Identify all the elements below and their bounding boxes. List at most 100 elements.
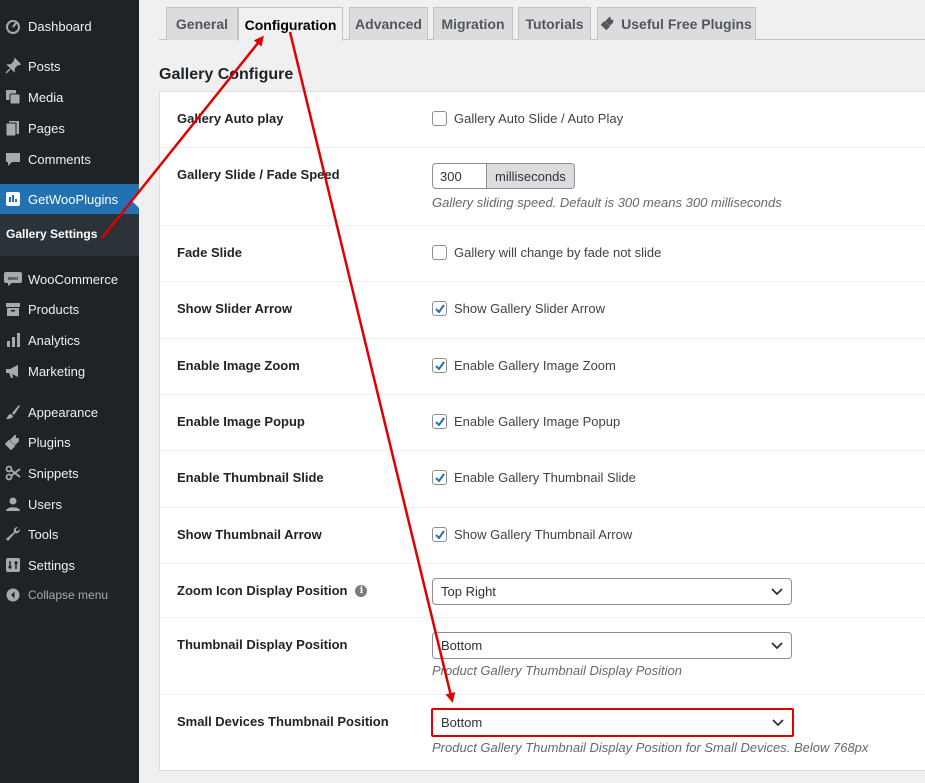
thumb-arrow-checkbox[interactable] bbox=[432, 527, 447, 542]
thumb-pos-value: Bottom bbox=[441, 638, 483, 653]
tab-tutorials-label: Tutorials bbox=[525, 16, 584, 32]
autoplay-checkbox[interactable] bbox=[432, 111, 447, 126]
getwoo-submenu: Gallery Settings bbox=[0, 214, 139, 256]
tab-tutorials[interactable]: Tutorials bbox=[518, 7, 591, 40]
thumb-slide-checkbox[interactable] bbox=[432, 470, 447, 485]
zoom-label: Enable Image Zoom bbox=[177, 358, 300, 373]
tab-general-label: General bbox=[175, 16, 229, 32]
menu-getwooplugins[interactable]: GetWooPlugins bbox=[0, 184, 139, 214]
wrench-icon bbox=[3, 524, 23, 544]
popup-label: Enable Image Popup bbox=[177, 414, 305, 429]
menu-marketing-label: Marketing bbox=[28, 363, 86, 379]
menu-products[interactable]: Products bbox=[0, 294, 139, 324]
zoom-option: Enable Gallery Image Zoom bbox=[454, 358, 616, 373]
settings-icon bbox=[3, 555, 23, 575]
thumb-pos-label: Thumbnail Display Position bbox=[177, 637, 348, 652]
menu-tools[interactable]: Tools bbox=[0, 519, 139, 549]
menu-settings-label: Settings bbox=[28, 557, 75, 573]
thumb-arrow-label: Show Thumbnail Arrow bbox=[177, 527, 322, 542]
autoplay-label: Gallery Auto play bbox=[177, 111, 284, 126]
fade-checkbox[interactable] bbox=[432, 245, 447, 260]
small-pos-value: Bottom bbox=[441, 715, 483, 730]
menu-analytics[interactable]: Analytics bbox=[0, 325, 139, 355]
comment-icon bbox=[3, 149, 23, 169]
menu-pages-label: Pages bbox=[28, 120, 65, 136]
menu-products-label: Products bbox=[28, 301, 80, 317]
menu-woocommerce-label: WooCommerce bbox=[28, 271, 119, 287]
menu-dashboard[interactable]: Dashboard bbox=[0, 11, 139, 41]
megaphone-icon bbox=[3, 361, 23, 381]
fade-control: Gallery will change by fade not slide bbox=[432, 245, 661, 260]
thumb-pos-select[interactable]: Bottom bbox=[432, 632, 792, 659]
row-thumbnail-position: Thumbnail Display Position Bottom Produc… bbox=[160, 618, 925, 695]
media-icon bbox=[3, 87, 23, 107]
zoom-checkbox[interactable] bbox=[432, 358, 447, 373]
menu-comments[interactable]: Comments bbox=[0, 144, 139, 174]
menu-collapse[interactable]: Collapse menu bbox=[0, 580, 139, 610]
popup-checkbox[interactable] bbox=[432, 414, 447, 429]
bar-chart-icon bbox=[3, 330, 23, 350]
dashboard-icon bbox=[3, 16, 23, 36]
menu-marketing[interactable]: Marketing bbox=[0, 356, 139, 386]
menu-appearance[interactable]: Appearance bbox=[0, 397, 139, 427]
row-zoom-icon-position: Zoom Icon Display Position i Top Right bbox=[160, 564, 925, 618]
arrow-checkbox[interactable] bbox=[432, 301, 447, 316]
pages-icon bbox=[3, 118, 23, 138]
tab-configuration[interactable]: Configuration bbox=[238, 7, 343, 41]
small-pos-description: Product Gallery Thumbnail Display Positi… bbox=[432, 740, 869, 755]
zoom-control: Enable Gallery Image Zoom bbox=[432, 358, 616, 373]
menu-media[interactable]: Media bbox=[0, 82, 139, 112]
tab-migration-label: Migration bbox=[441, 16, 505, 32]
thumb-arrow-control: Show Gallery Thumbnail Arrow bbox=[432, 527, 632, 542]
zoom-pos-select[interactable]: Top Right bbox=[432, 578, 792, 605]
row-fade: Fade Slide Gallery will change by fade n… bbox=[160, 226, 925, 282]
info-icon[interactable]: i bbox=[355, 584, 368, 597]
speed-label: Gallery Slide / Fade Speed bbox=[177, 167, 340, 182]
row-thumbnail-arrow: Show Thumbnail Arrow Show Gallery Thumbn… bbox=[160, 508, 925, 564]
autoplay-control: Gallery Auto Slide / Auto Play bbox=[432, 111, 623, 126]
speed-input[interactable]: 300 bbox=[432, 163, 487, 189]
menu-media-label: Media bbox=[28, 89, 64, 105]
collapse-icon bbox=[3, 585, 23, 605]
menu-settings[interactable]: Settings bbox=[0, 550, 139, 580]
thumb-slide-label: Enable Thumbnail Slide bbox=[177, 470, 324, 485]
submenu-gallery-settings[interactable]: Gallery Settings bbox=[6, 227, 97, 241]
menu-plugins-label: Plugins bbox=[28, 434, 71, 450]
popup-option: Enable Gallery Image Popup bbox=[454, 414, 621, 429]
plug-icon bbox=[600, 16, 615, 33]
menu-dashboard-label: Dashboard bbox=[28, 18, 92, 34]
menu-users[interactable]: Users bbox=[0, 489, 139, 519]
chevron-down-icon bbox=[771, 584, 783, 599]
small-pos-select[interactable]: Bottom bbox=[431, 708, 794, 737]
menu-users-label: Users bbox=[28, 496, 62, 512]
chevron-down-icon bbox=[772, 715, 784, 730]
arrow-control: Show Gallery Slider Arrow bbox=[432, 301, 605, 316]
admin-sidebar: Dashboard Posts Media Pages Comments Get… bbox=[0, 0, 139, 783]
getwoo-icon bbox=[3, 189, 23, 209]
menu-snippets-label: Snippets bbox=[28, 465, 79, 481]
fade-label: Fade Slide bbox=[177, 245, 243, 260]
tab-useful-free-plugins[interactable]: Useful Free Plugins bbox=[597, 7, 756, 40]
tab-advanced-label: Advanced bbox=[355, 16, 422, 32]
thumb-pos-description: Product Gallery Thumbnail Display Positi… bbox=[432, 663, 682, 678]
menu-pages[interactable]: Pages bbox=[0, 113, 139, 143]
menu-comments-label: Comments bbox=[28, 151, 91, 167]
menu-plugins[interactable]: Plugins bbox=[0, 427, 139, 457]
tab-migration[interactable]: Migration bbox=[433, 7, 513, 40]
fade-option: Gallery will change by fade not slide bbox=[454, 245, 662, 260]
zoom-pos-label: Zoom Icon Display Position bbox=[177, 583, 348, 598]
settings-tabs: General Configuration Advanced Migration… bbox=[159, 0, 925, 41]
archive-icon bbox=[3, 299, 23, 319]
row-slider-arrow: Show Slider Arrow Show Gallery Slider Ar… bbox=[160, 282, 925, 339]
row-small-devices-position: Small Devices Thumbnail Position Bottom … bbox=[160, 695, 925, 772]
arrow-option: Show Gallery Slider Arrow bbox=[454, 301, 605, 316]
tab-configuration-label: Configuration bbox=[244, 16, 337, 33]
settings-form: Gallery Auto play Gallery Auto Slide / A… bbox=[159, 91, 925, 771]
chevron-down-icon bbox=[771, 638, 783, 653]
menu-snippets[interactable]: Snippets bbox=[0, 458, 139, 488]
menu-appearance-label: Appearance bbox=[28, 404, 99, 420]
tab-general[interactable]: General bbox=[166, 7, 238, 40]
menu-woocommerce[interactable]: woo WooCommerce bbox=[0, 264, 139, 294]
menu-posts[interactable]: Posts bbox=[0, 51, 139, 81]
tab-advanced[interactable]: Advanced bbox=[349, 7, 428, 40]
